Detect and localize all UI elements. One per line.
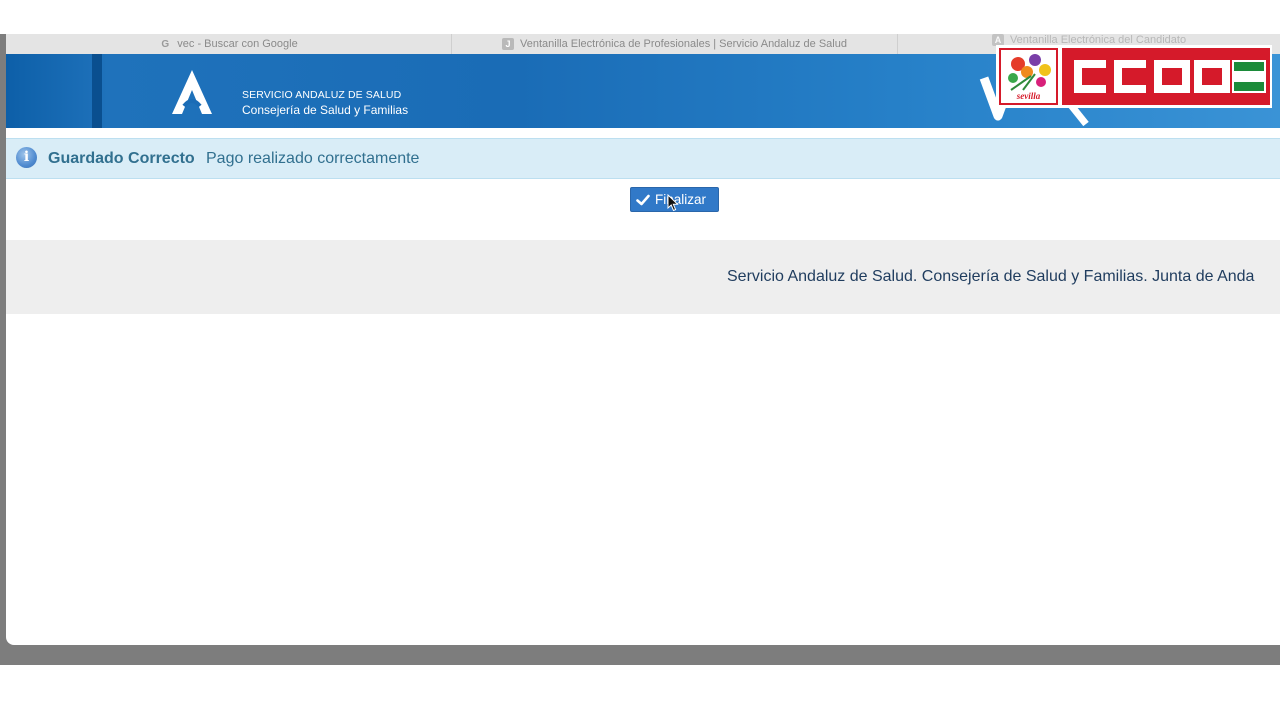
footer-text: Servicio Andaluz de Salud. Consejería de… (727, 268, 1255, 285)
check-icon (636, 194, 650, 205)
tab-label: Ventanilla Electrónica de Profesionales … (520, 38, 847, 50)
browser-window: G vec - Buscar con Google J Ventanilla E… (6, 34, 1280, 645)
ccoo-sevilla-logo-overlay: sevilla (996, 45, 1272, 108)
info-icon: i (16, 147, 37, 168)
success-alert: i Guardado Correcto Pago realizado corre… (6, 138, 1280, 179)
alert-message: Pago realizado correctamente (206, 150, 420, 167)
tab-google-search[interactable]: G vec - Buscar con Google (6, 34, 452, 54)
org-name: SERVICIO ANDALUZ DE SALUD (242, 89, 402, 101)
j-favicon-icon: J (502, 38, 515, 50)
tab-label: vec - Buscar con Google (177, 38, 298, 50)
flower-bouquet-icon (1008, 54, 1051, 91)
junta-andalucia-logo-icon (172, 70, 212, 114)
banner-stripe (92, 54, 102, 128)
tab-ventanilla-profesionales[interactable]: J Ventanilla Electrónica de Profesionale… (452, 34, 898, 54)
org-department: Consejería de Salud y Familias (242, 103, 409, 117)
ccoo-letters-icon (1074, 60, 1266, 93)
page-footer: Servicio Andaluz de Salud. Consejería de… (6, 240, 1280, 314)
sevilla-badge: sevilla (999, 48, 1058, 105)
google-icon: G (161, 38, 170, 50)
finish-button-label: Finalizar (655, 192, 707, 207)
ccoo-logo (1062, 48, 1270, 105)
alert-title: Guardado Correcto (48, 150, 195, 167)
mouse-cursor-icon (667, 194, 679, 212)
sevilla-label: sevilla (1016, 91, 1041, 101)
